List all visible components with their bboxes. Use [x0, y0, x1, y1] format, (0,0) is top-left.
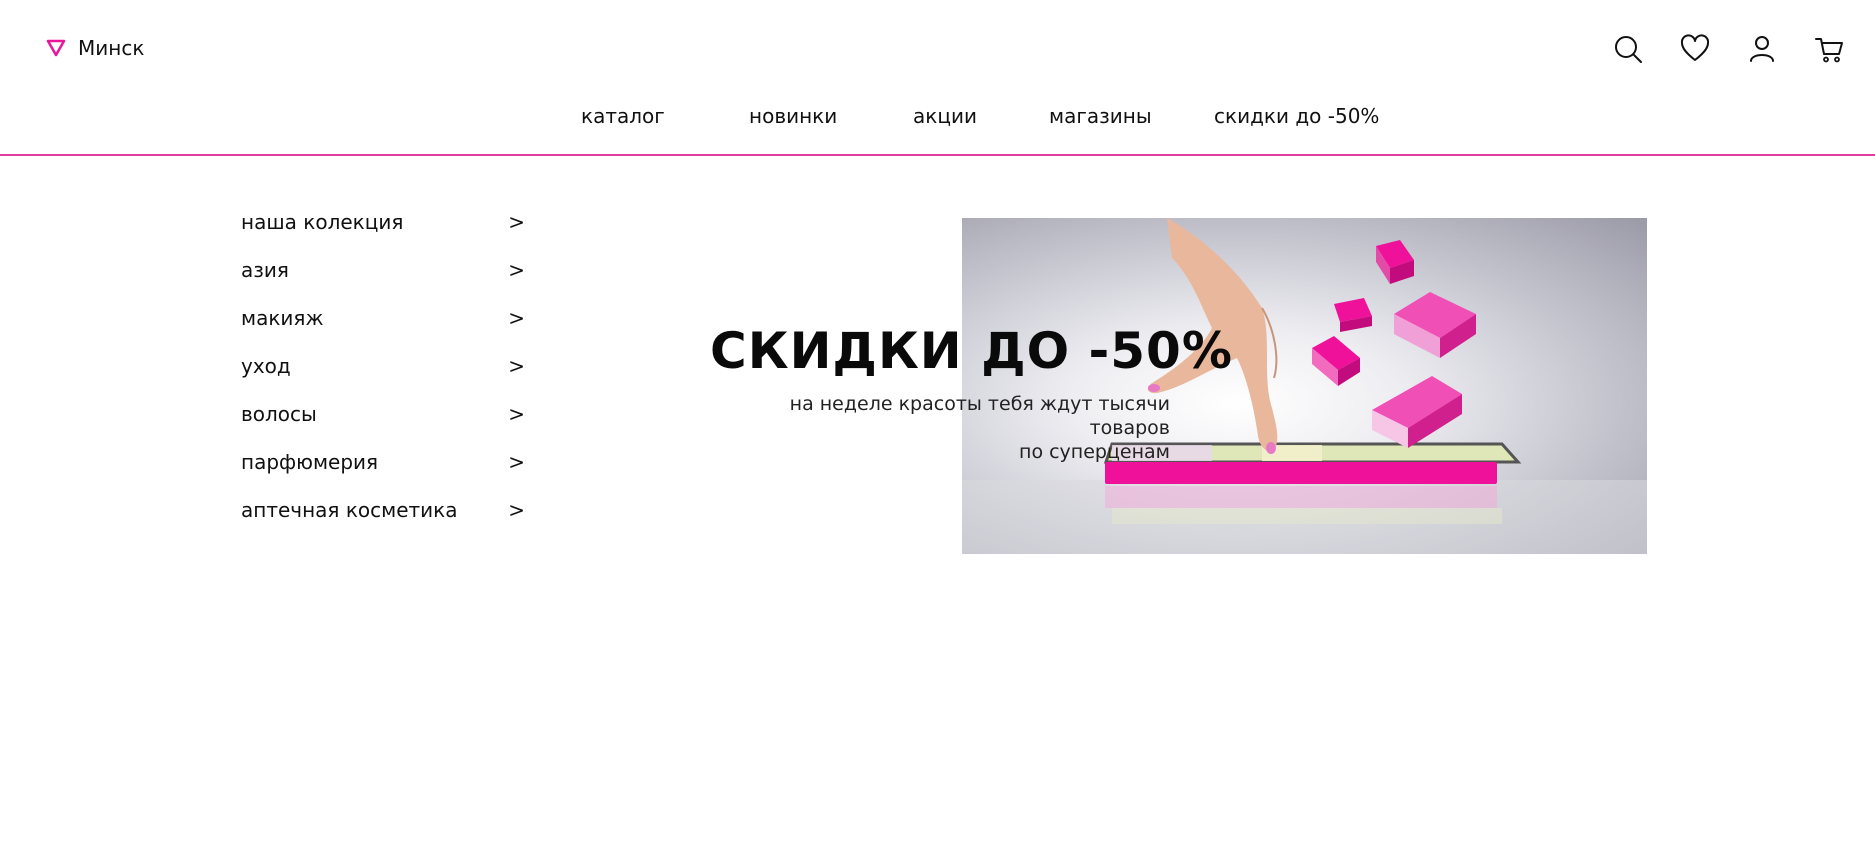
- cart-button[interactable]: [1810, 30, 1847, 67]
- user-icon: [1749, 35, 1774, 62]
- promo-subtitle-line-2: по суперценам: [1019, 441, 1170, 463]
- category-item-asia[interactable]: азия >: [241, 246, 525, 294]
- nav-item-promotions[interactable]: акции: [913, 104, 977, 128]
- category-item-makeup[interactable]: макияж >: [241, 294, 525, 342]
- city-selector[interactable]: Минск: [46, 36, 144, 60]
- chevron-right-icon: >: [508, 258, 525, 282]
- promo-banner-image[interactable]: [962, 218, 1647, 554]
- category-label: уход: [241, 354, 291, 378]
- city-label: Минск: [78, 36, 145, 60]
- category-label: аптечная косметика: [241, 498, 458, 522]
- category-label: макияж: [241, 306, 324, 330]
- promo-title: СКИДКИ ДО -50%: [710, 322, 1233, 380]
- chevron-right-icon: >: [508, 498, 525, 522]
- nav-item-sale[interactable]: скидки до -50%: [1214, 104, 1379, 128]
- chevron-right-icon: >: [508, 210, 525, 234]
- chevron-right-icon: >: [508, 450, 525, 474]
- favorites-button[interactable]: [1676, 30, 1713, 67]
- search-icon: [1614, 35, 1642, 63]
- category-item-hair[interactable]: волосы >: [241, 390, 525, 438]
- heart-icon: [1680, 34, 1709, 61]
- chevron-right-icon: >: [508, 402, 525, 426]
- category-item-perfume[interactable]: парфюмерия >: [241, 438, 525, 486]
- category-item-care[interactable]: уход >: [241, 342, 525, 390]
- phone-with-boxes-illustration: [962, 218, 1647, 554]
- category-label: азия: [241, 258, 289, 282]
- promo-subtitle: на неделе красоты тебя ждут тысячи товар…: [708, 392, 1170, 464]
- category-menu: наша колекция > азия > макияж > уход > в…: [241, 198, 525, 534]
- category-label: наша колекция: [241, 210, 404, 234]
- chevron-right-icon: >: [508, 306, 525, 330]
- promo-subtitle-line-1: на неделе красоты тебя ждут тысячи товар…: [789, 393, 1170, 439]
- account-button[interactable]: [1743, 30, 1780, 67]
- category-label: парфюмерия: [241, 450, 379, 474]
- location-icon: [46, 39, 66, 57]
- chevron-right-icon: >: [508, 354, 525, 378]
- nav-item-stores[interactable]: магазины: [1049, 104, 1152, 128]
- page: Минск каталог новинки акции магазины ски…: [0, 0, 1875, 857]
- category-label: волосы: [241, 402, 317, 426]
- nav-item-new[interactable]: новинки: [749, 104, 837, 128]
- category-item-pharmacy[interactable]: аптечная косметика >: [241, 486, 525, 534]
- header-actions: [1609, 30, 1847, 67]
- nav-item-catalog[interactable]: каталог: [581, 104, 665, 128]
- cart-icon: [1814, 37, 1843, 62]
- category-item-collection[interactable]: наша колекция >: [241, 198, 525, 246]
- header-divider: [0, 154, 1875, 156]
- search-button[interactable]: [1609, 30, 1646, 67]
